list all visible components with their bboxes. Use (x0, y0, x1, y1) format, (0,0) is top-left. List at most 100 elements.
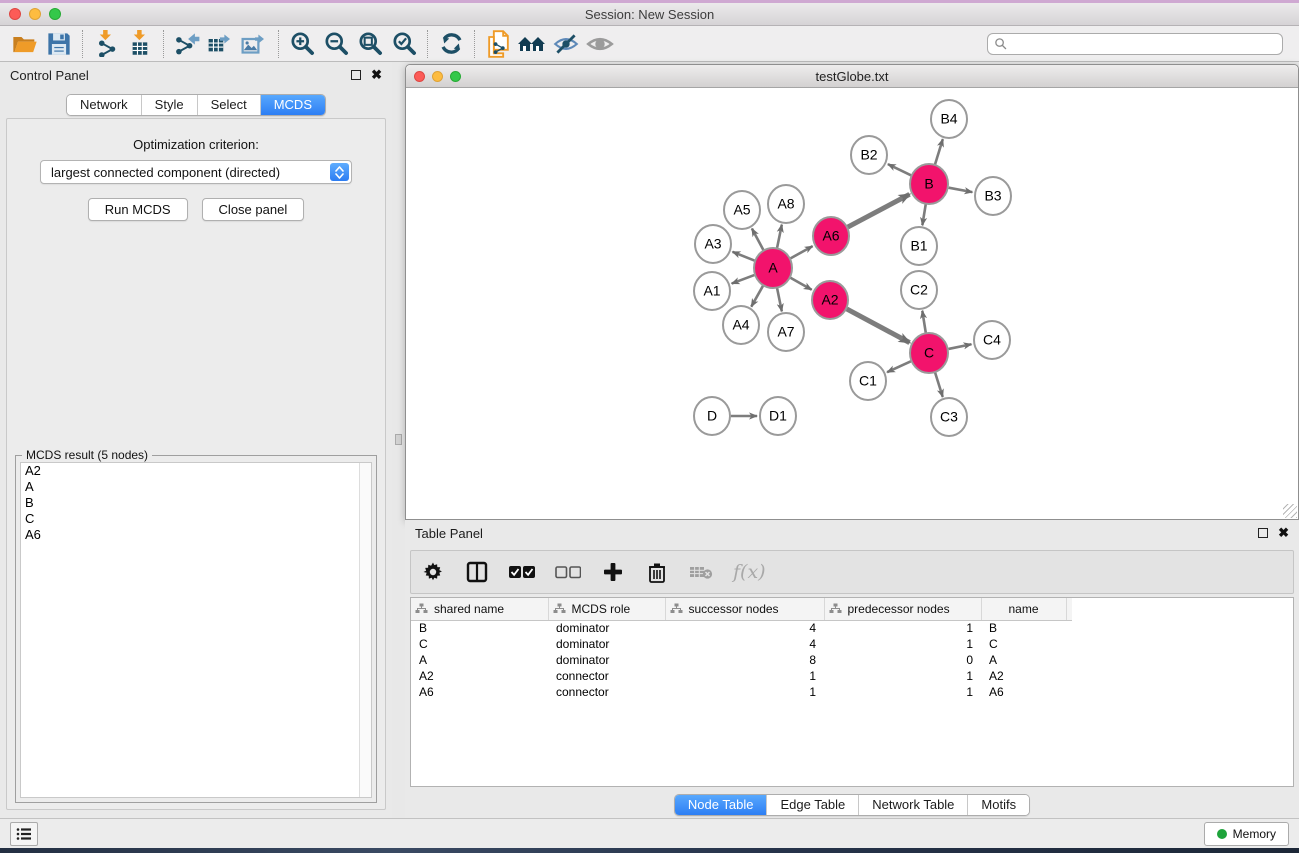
table-cell[interactable]: A6 (981, 684, 1066, 700)
tab-network[interactable]: Network (67, 95, 141, 115)
node-C2[interactable]: C2 (901, 271, 937, 309)
edge-A-A8[interactable] (777, 225, 782, 249)
node-A8[interactable]: A8 (768, 185, 804, 223)
node-C[interactable]: C (910, 333, 948, 373)
node-C3[interactable]: C3 (931, 398, 967, 436)
table-cell[interactable]: C (981, 636, 1066, 652)
show-home-icon[interactable] (515, 29, 549, 59)
edge-A-A6[interactable] (791, 246, 813, 258)
table-row[interactable]: Adominator80A (411, 652, 1072, 668)
table-cell[interactable]: C (411, 636, 548, 652)
table-row[interactable]: Bdominator41B (411, 620, 1072, 636)
table-cell[interactable]: A2 (411, 668, 548, 684)
node-B3[interactable]: B3 (975, 177, 1011, 215)
network-canvas[interactable]: B4B2BB3A8A5A6A3B1AC2A1A2A4A7C4CC1C3DD1 (408, 89, 1296, 517)
table-cell[interactable]: dominator (548, 620, 665, 636)
tab-node-table[interactable]: Node Table (675, 795, 767, 815)
mcds-result-item[interactable]: A (21, 479, 371, 495)
import-network-icon[interactable] (89, 29, 123, 59)
edge-A-A1[interactable] (732, 275, 755, 284)
app-titlebar[interactable]: Session: New Session (0, 3, 1299, 26)
table-cell[interactable]: 1 (665, 684, 824, 700)
float-table-panel-icon[interactable] (1258, 528, 1268, 538)
node-C4[interactable]: C4 (974, 321, 1010, 359)
node-A[interactable]: A (754, 248, 792, 288)
table-row[interactable]: A6connector11A6 (411, 684, 1072, 700)
edge-A-A2[interactable] (790, 278, 811, 290)
tab-network-table[interactable]: Network Table (858, 795, 967, 815)
splitter-handle[interactable] (395, 434, 402, 445)
table-cell[interactable]: A6 (411, 684, 548, 700)
mcds-result-item[interactable]: A2 (21, 463, 371, 479)
table-cell[interactable]: B (411, 620, 548, 636)
column-header-predecessor-nodes[interactable]: predecessor nodes (824, 598, 981, 620)
node-A5[interactable]: A5 (724, 191, 760, 229)
deselect-all-checks-icon[interactable] (555, 557, 581, 587)
memory-button[interactable]: Memory (1204, 822, 1289, 846)
edge-C-C1[interactable] (887, 361, 911, 372)
node-A3[interactable]: A3 (695, 225, 731, 263)
table-row[interactable]: A2connector11A2 (411, 668, 1072, 684)
node-A6[interactable]: A6 (813, 217, 849, 255)
delete-column-icon[interactable] (645, 557, 669, 587)
node-D[interactable]: D (694, 397, 730, 435)
show-eye-icon[interactable] (583, 29, 617, 59)
zoom-selected-icon[interactable] (387, 29, 421, 59)
tab-select[interactable]: Select (197, 95, 260, 115)
column-header-successor-nodes[interactable]: successor nodes (665, 598, 824, 620)
edge-C-C3[interactable] (935, 372, 943, 397)
edge-B-B4[interactable] (935, 139, 943, 165)
table-cell[interactable]: connector (548, 684, 665, 700)
mcds-result-item[interactable]: A6 (21, 527, 371, 543)
search-field[interactable] (987, 33, 1283, 55)
search-input[interactable] (1007, 37, 1276, 51)
close-panel-button[interactable]: Close panel (202, 198, 305, 221)
edge-B-B2[interactable] (888, 164, 911, 175)
edge-A-A4[interactable] (751, 285, 763, 306)
column-selector-icon[interactable] (465, 557, 489, 587)
node-D1[interactable]: D1 (760, 397, 796, 435)
table-cell[interactable]: 1 (665, 668, 824, 684)
mcds-result-list[interactable]: A2ABCA6 (20, 462, 372, 798)
edge-A-A3[interactable] (732, 252, 754, 261)
float-panel-icon[interactable] (351, 70, 361, 80)
table-cell[interactable]: A (981, 652, 1066, 668)
tab-edge-table[interactable]: Edge Table (766, 795, 858, 815)
import-table-icon[interactable] (123, 29, 157, 59)
column-header-MCDS-role[interactable]: MCDS role (548, 598, 665, 620)
table-cell[interactable]: B (981, 620, 1066, 636)
export-network-icon[interactable] (170, 29, 204, 59)
node-A4[interactable]: A4 (723, 306, 759, 344)
refresh-network-icon[interactable] (434, 29, 468, 59)
gear-icon[interactable] (421, 557, 445, 587)
edge-A6-B[interactable] (848, 194, 910, 227)
table-cell[interactable]: 8 (665, 652, 824, 668)
table-cell[interactable]: dominator (548, 652, 665, 668)
tab-style[interactable]: Style (141, 95, 197, 115)
network-view-window[interactable]: testGlobe.txt B4B2BB3A8A5A6A3B1AC2A1A2A4… (405, 64, 1299, 520)
hide-panel-eye-icon[interactable] (549, 29, 583, 59)
node-B[interactable]: B (910, 164, 948, 204)
tab-motifs[interactable]: Motifs (967, 795, 1029, 815)
node-A7[interactable]: A7 (768, 313, 804, 351)
edge-C-C4[interactable] (949, 344, 972, 349)
export-table-icon[interactable] (204, 29, 238, 59)
mcds-result-item[interactable]: C (21, 511, 371, 527)
task-history-button[interactable] (10, 822, 38, 846)
select-all-checks-icon[interactable] (509, 557, 535, 587)
network-window-titlebar[interactable]: testGlobe.txt (406, 65, 1298, 88)
node-B4[interactable]: B4 (931, 100, 967, 138)
export-image-icon[interactable] (238, 29, 272, 59)
network-graph[interactable]: B4B2BB3A8A5A6A3B1AC2A1A2A4A7C4CC1C3DD1 (408, 89, 1292, 517)
zoom-fit-icon[interactable] (353, 29, 387, 59)
table-cell[interactable]: dominator (548, 636, 665, 652)
mcds-result-item[interactable]: B (21, 495, 371, 511)
tab-mcds[interactable]: MCDS (260, 95, 325, 115)
table-cell[interactable]: A2 (981, 668, 1066, 684)
table-cell[interactable]: 1 (824, 620, 981, 636)
edge-B-B3[interactable] (949, 188, 973, 192)
node-A1[interactable]: A1 (694, 272, 730, 310)
column-header-shared-name[interactable]: shared name (411, 598, 548, 620)
table-cell[interactable]: A (411, 652, 548, 668)
close-panel-icon[interactable]: ✖ (371, 70, 382, 80)
